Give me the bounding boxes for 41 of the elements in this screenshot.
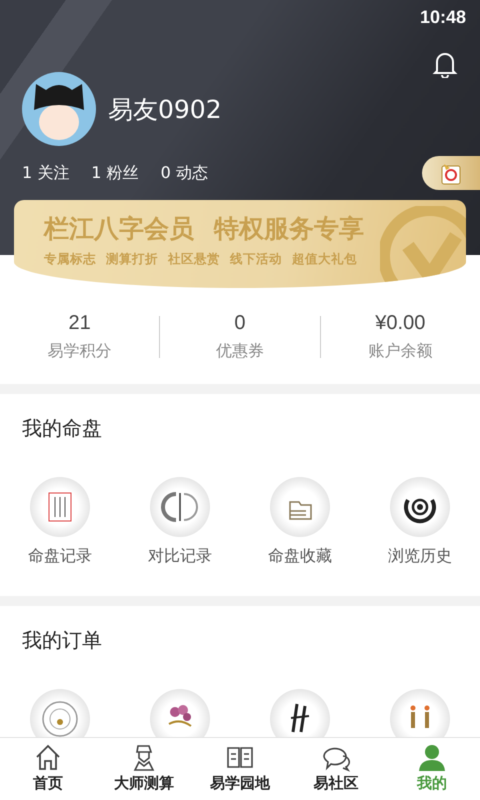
status-time: 10:48 xyxy=(420,6,466,28)
dial-icon[interactable] xyxy=(29,688,91,737)
section-title: 我的命盘 xyxy=(21,416,103,440)
wallet-label[interactable]: 优惠券 xyxy=(216,341,264,362)
tab[interactable]: 首页 xyxy=(0,738,96,800)
perk-label: 专属标志 xyxy=(44,251,96,268)
flower-icon[interactable] xyxy=(149,688,211,737)
profile-stat[interactable]: 1 粉丝 xyxy=(91,162,139,184)
wallet-value[interactable]: ¥0.00 xyxy=(375,312,426,335)
profile-stat[interactable]: 1 关注 xyxy=(22,162,70,184)
eye-icon[interactable] xyxy=(389,476,451,538)
user-name: 易友0902 xyxy=(108,94,222,126)
tab[interactable]: 易社区 xyxy=(288,738,384,800)
document-icon[interactable] xyxy=(29,476,91,538)
perk-label: 线下活动 xyxy=(230,251,282,268)
checkin-tab[interactable] xyxy=(422,156,480,190)
folder-shortcut[interactable]: 命盘收藏 xyxy=(240,476,360,566)
wallet-label[interactable]: 账户余额 xyxy=(368,341,432,362)
perk-label: 超值大礼包 xyxy=(292,251,357,268)
perk-label: 测算打折 xyxy=(106,251,158,268)
candles-icon[interactable] xyxy=(389,688,451,737)
banner-title: 特权服务专享 xyxy=(214,213,364,245)
scroll-shortcut[interactable]: 命盘记录 xyxy=(0,476,120,566)
person-icon[interactable] xyxy=(417,742,447,772)
ring-icon[interactable] xyxy=(149,476,211,538)
brush-icon[interactable] xyxy=(269,688,331,737)
perk-label: 社区悬赏 xyxy=(168,251,220,268)
folder-icon[interactable] xyxy=(269,476,331,538)
wallet-value[interactable]: 21 xyxy=(68,312,91,335)
eye-shortcut[interactable]: 浏览历史 xyxy=(360,476,480,566)
wallet-label[interactable]: 易学积分 xyxy=(48,341,112,362)
avatar-icon[interactable] xyxy=(22,72,96,146)
compare-shortcut[interactable]: 对比记录 xyxy=(120,476,240,566)
banner-title: 栏江八字会员 xyxy=(44,213,194,245)
wallet-value[interactable]: 0 xyxy=(234,312,246,335)
tab[interactable]: 我的 xyxy=(384,738,480,800)
section-title: 我的订单 xyxy=(21,628,103,652)
profile-stat[interactable]: 0 动态 xyxy=(160,162,208,184)
tab[interactable]: 易学园地 xyxy=(192,738,288,800)
tab[interactable]: 大师测算 xyxy=(96,738,192,800)
bell-icon[interactable] xyxy=(432,50,458,78)
